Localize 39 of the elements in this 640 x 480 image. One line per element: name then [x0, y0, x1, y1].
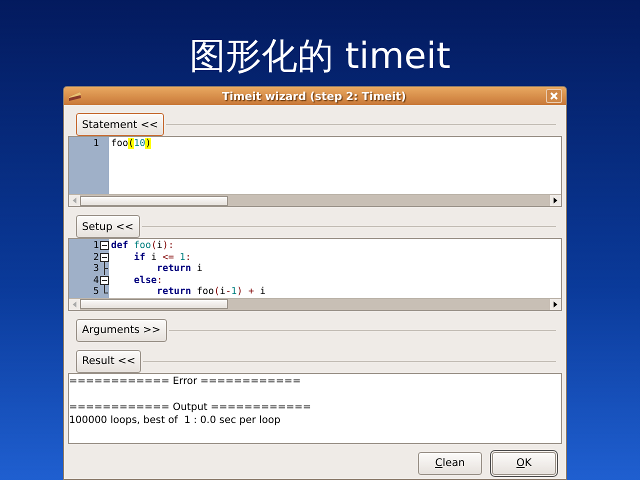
slide-title: 图形化的 timeit — [190, 35, 450, 79]
close-icon — [550, 92, 558, 100]
scroll-right-icon[interactable] — [550, 195, 561, 206]
scroll-right-icon[interactable] — [550, 298, 561, 310]
code-line: else: — [132, 274, 164, 286]
fold-toggle-icon[interactable] — [100, 276, 109, 285]
window-title: Timeit wizard (step 2: Timeit) — [220, 90, 408, 102]
fold-toggle-icon[interactable] — [100, 241, 109, 250]
line-number: 3 — [93, 263, 99, 274]
line-number: 1 — [93, 138, 99, 150]
line-number: 2 — [93, 252, 99, 263]
line-number: 1 — [93, 240, 99, 252]
horizontal-scrollbar[interactable] — [69, 194, 561, 206]
scrollbar-thumb[interactable] — [80, 299, 228, 309]
code-line: def foo(i): — [111, 240, 175, 252]
code-line: foo(10) — [111, 138, 152, 150]
scrollbar-thumb[interactable] — [80, 196, 228, 206]
section-toggle-button[interactable]: Setup << — [76, 215, 140, 238]
fold-toggle-icon[interactable] — [100, 252, 109, 262]
app-icon — [68, 90, 82, 102]
section-toggle-button[interactable]: Statement << — [76, 113, 164, 136]
output-line: 100000 loops, best of 1 : 0.0 sec per loop — [69, 414, 280, 426]
close-button[interactable] — [546, 89, 562, 103]
scroll-left-icon[interactable] — [69, 298, 80, 310]
code-line: return foo(i-1) + i — [156, 286, 266, 298]
dialog-button[interactable]: OK — [492, 452, 556, 474]
section-toggle-button[interactable]: Arguments >> — [76, 318, 166, 342]
output-line: ============ Output ============ — [69, 402, 312, 412]
section-toggle-button[interactable]: Result << — [76, 350, 142, 372]
dialog-button[interactable]: Clean — [418, 452, 482, 474]
code-line: return i — [156, 263, 204, 274]
code-line: if i <= 1: — [132, 252, 192, 263]
code-editor[interactable]: 1 foo(10) — [68, 136, 562, 207]
code-editor[interactable]: 1 2 3 4 5 def foo(i): if i <= 1: return i else: return foo(i-1) + i — [68, 238, 562, 310]
horizontal-scrollbar[interactable] — [69, 298, 561, 310]
scroll-left-icon[interactable] — [69, 195, 80, 206]
line-number: 4 — [93, 274, 99, 286]
output-line: ============ Error ============ — [69, 376, 301, 386]
line-number: 5 — [93, 286, 99, 298]
